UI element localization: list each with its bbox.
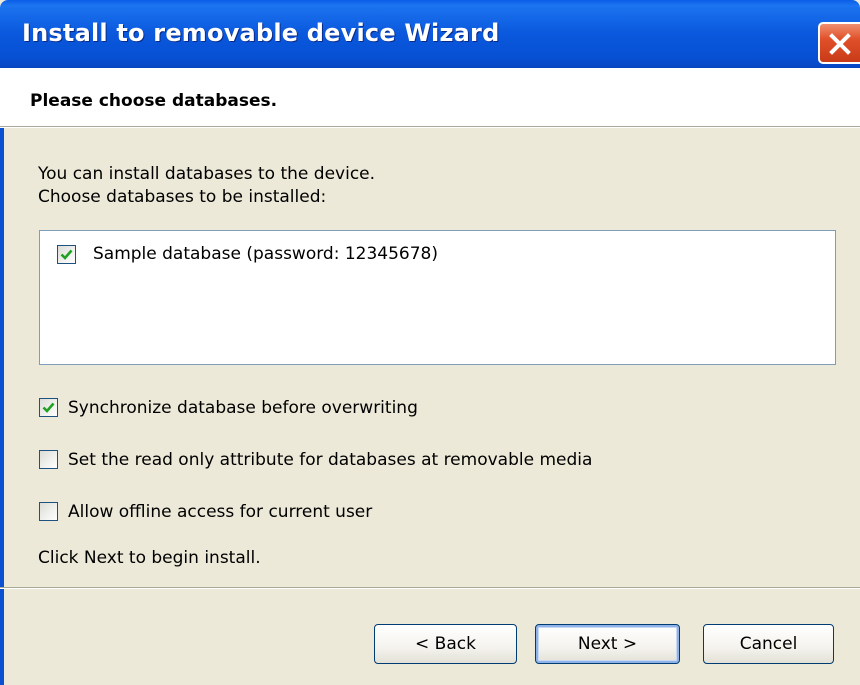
intro-text-line1: You can install databases to the device. xyxy=(38,164,376,184)
window-border-left xyxy=(0,68,4,685)
database-listbox[interactable]: Sample database (password: 12345678) xyxy=(39,230,836,365)
offline-access-checkbox-label[interactable]: Allow offline access for current user xyxy=(68,502,372,522)
header-divider xyxy=(0,127,860,128)
button-divider-highlight xyxy=(0,588,860,589)
database-item-label[interactable]: Sample database (password: 12345678) xyxy=(93,244,438,264)
cancel-button[interactable]: Cancel xyxy=(703,624,834,664)
intro-text-line2: Choose databases to be installed: xyxy=(38,187,327,207)
window-title: Install to removable device Wizard xyxy=(22,19,500,47)
page-title: Please choose databases. xyxy=(30,91,278,111)
offline-access-checkbox[interactable] xyxy=(39,502,58,521)
next-button[interactable]: Next > xyxy=(535,624,680,664)
sync-checkbox-label[interactable]: Synchronize database before overwriting xyxy=(68,398,418,418)
checkmark-icon xyxy=(60,249,73,260)
close-button[interactable] xyxy=(818,22,860,64)
close-icon xyxy=(829,33,851,55)
wizard-window: Install to removable device Wizard Pleas… xyxy=(0,0,860,685)
database-checkbox-sample[interactable] xyxy=(57,245,76,264)
footer-hint: Click Next to begin install. xyxy=(38,548,261,568)
readonly-checkbox-label[interactable]: Set the read only attribute for database… xyxy=(68,450,592,470)
checkmark-icon xyxy=(42,402,55,413)
readonly-checkbox[interactable] xyxy=(39,450,58,469)
back-button[interactable]: < Back xyxy=(374,624,517,664)
title-bar[interactable]: Install to removable device Wizard xyxy=(0,0,860,68)
sync-checkbox[interactable] xyxy=(39,398,58,417)
